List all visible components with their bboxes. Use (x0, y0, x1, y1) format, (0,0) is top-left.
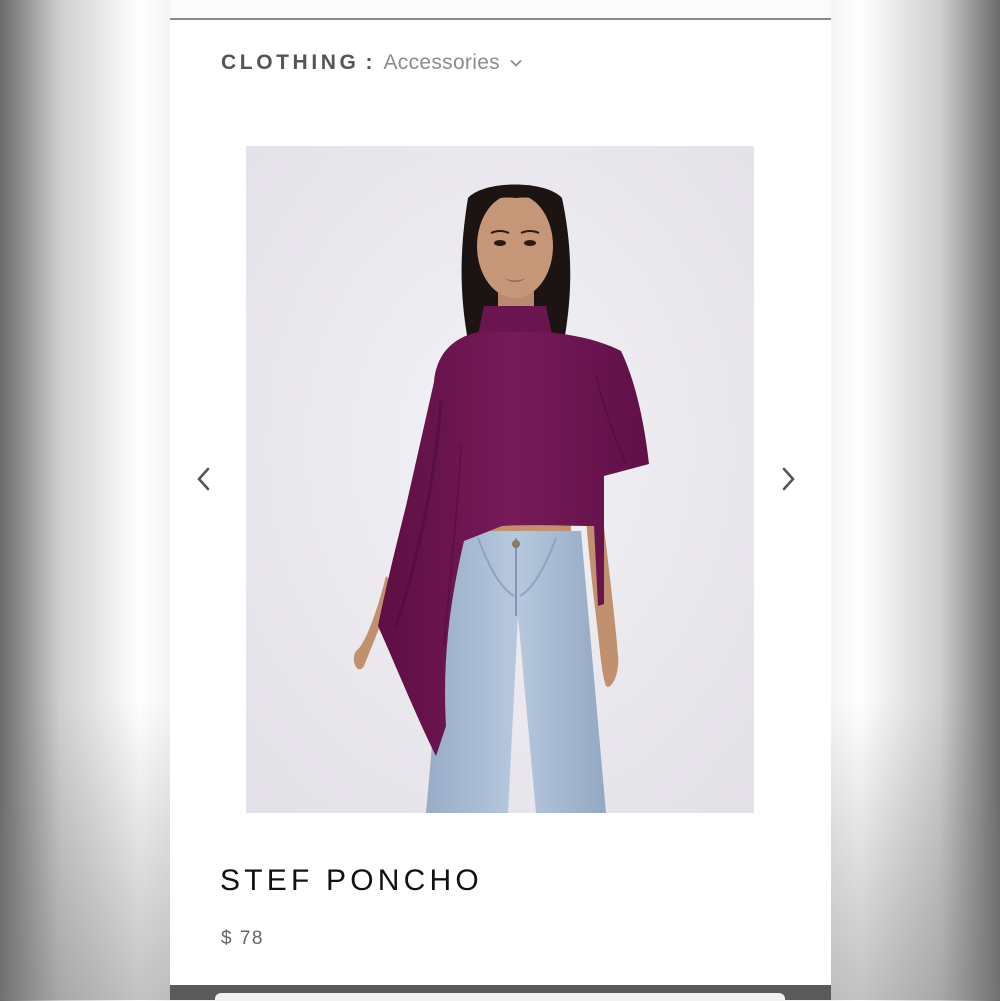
model-photo (246, 146, 754, 813)
chevron-down-icon[interactable] (510, 59, 522, 67)
breadcrumb-separator: : (365, 51, 373, 74)
product-page: CLOTHING : Accessories STEF PONCHO $ 78 (170, 0, 831, 985)
breadcrumb-subcategory-dropdown[interactable]: Accessories (383, 51, 500, 75)
chevron-right-icon (782, 467, 795, 491)
product-price: $ 78 (221, 928, 264, 949)
gallery-next-button[interactable] (776, 464, 800, 494)
scrollbar[interactable] (820, 0, 828, 985)
breadcrumb: CLOTHING : Accessories (221, 49, 522, 77)
gallery-prev-button[interactable] (192, 464, 216, 494)
top-bar (170, 0, 831, 18)
product-title: STEF PONCHO (220, 864, 483, 897)
product-image[interactable] (246, 146, 754, 813)
breadcrumb-category[interactable]: CLOTHING (221, 51, 359, 75)
top-divider (170, 18, 831, 20)
chevron-left-icon (197, 467, 210, 491)
